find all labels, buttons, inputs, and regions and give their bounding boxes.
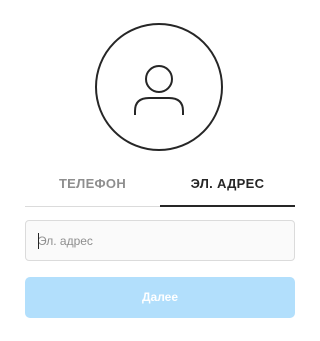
tab-phone[interactable]: ТЕЛЕФОН (25, 171, 160, 207)
tab-bar: ТЕЛЕФОН ЭЛ. АДРЕС (25, 171, 295, 207)
user-icon (134, 65, 184, 115)
email-field[interactable] (26, 221, 294, 260)
email-field-container (25, 220, 295, 261)
text-caret (38, 233, 39, 249)
next-button[interactable]: Далее (25, 277, 295, 318)
avatar (95, 23, 223, 151)
tab-email[interactable]: ЭЛ. АДРЕС (160, 171, 295, 207)
signup-screen: ТЕЛЕФОН ЭЛ. АДРЕС Далее (0, 0, 320, 341)
